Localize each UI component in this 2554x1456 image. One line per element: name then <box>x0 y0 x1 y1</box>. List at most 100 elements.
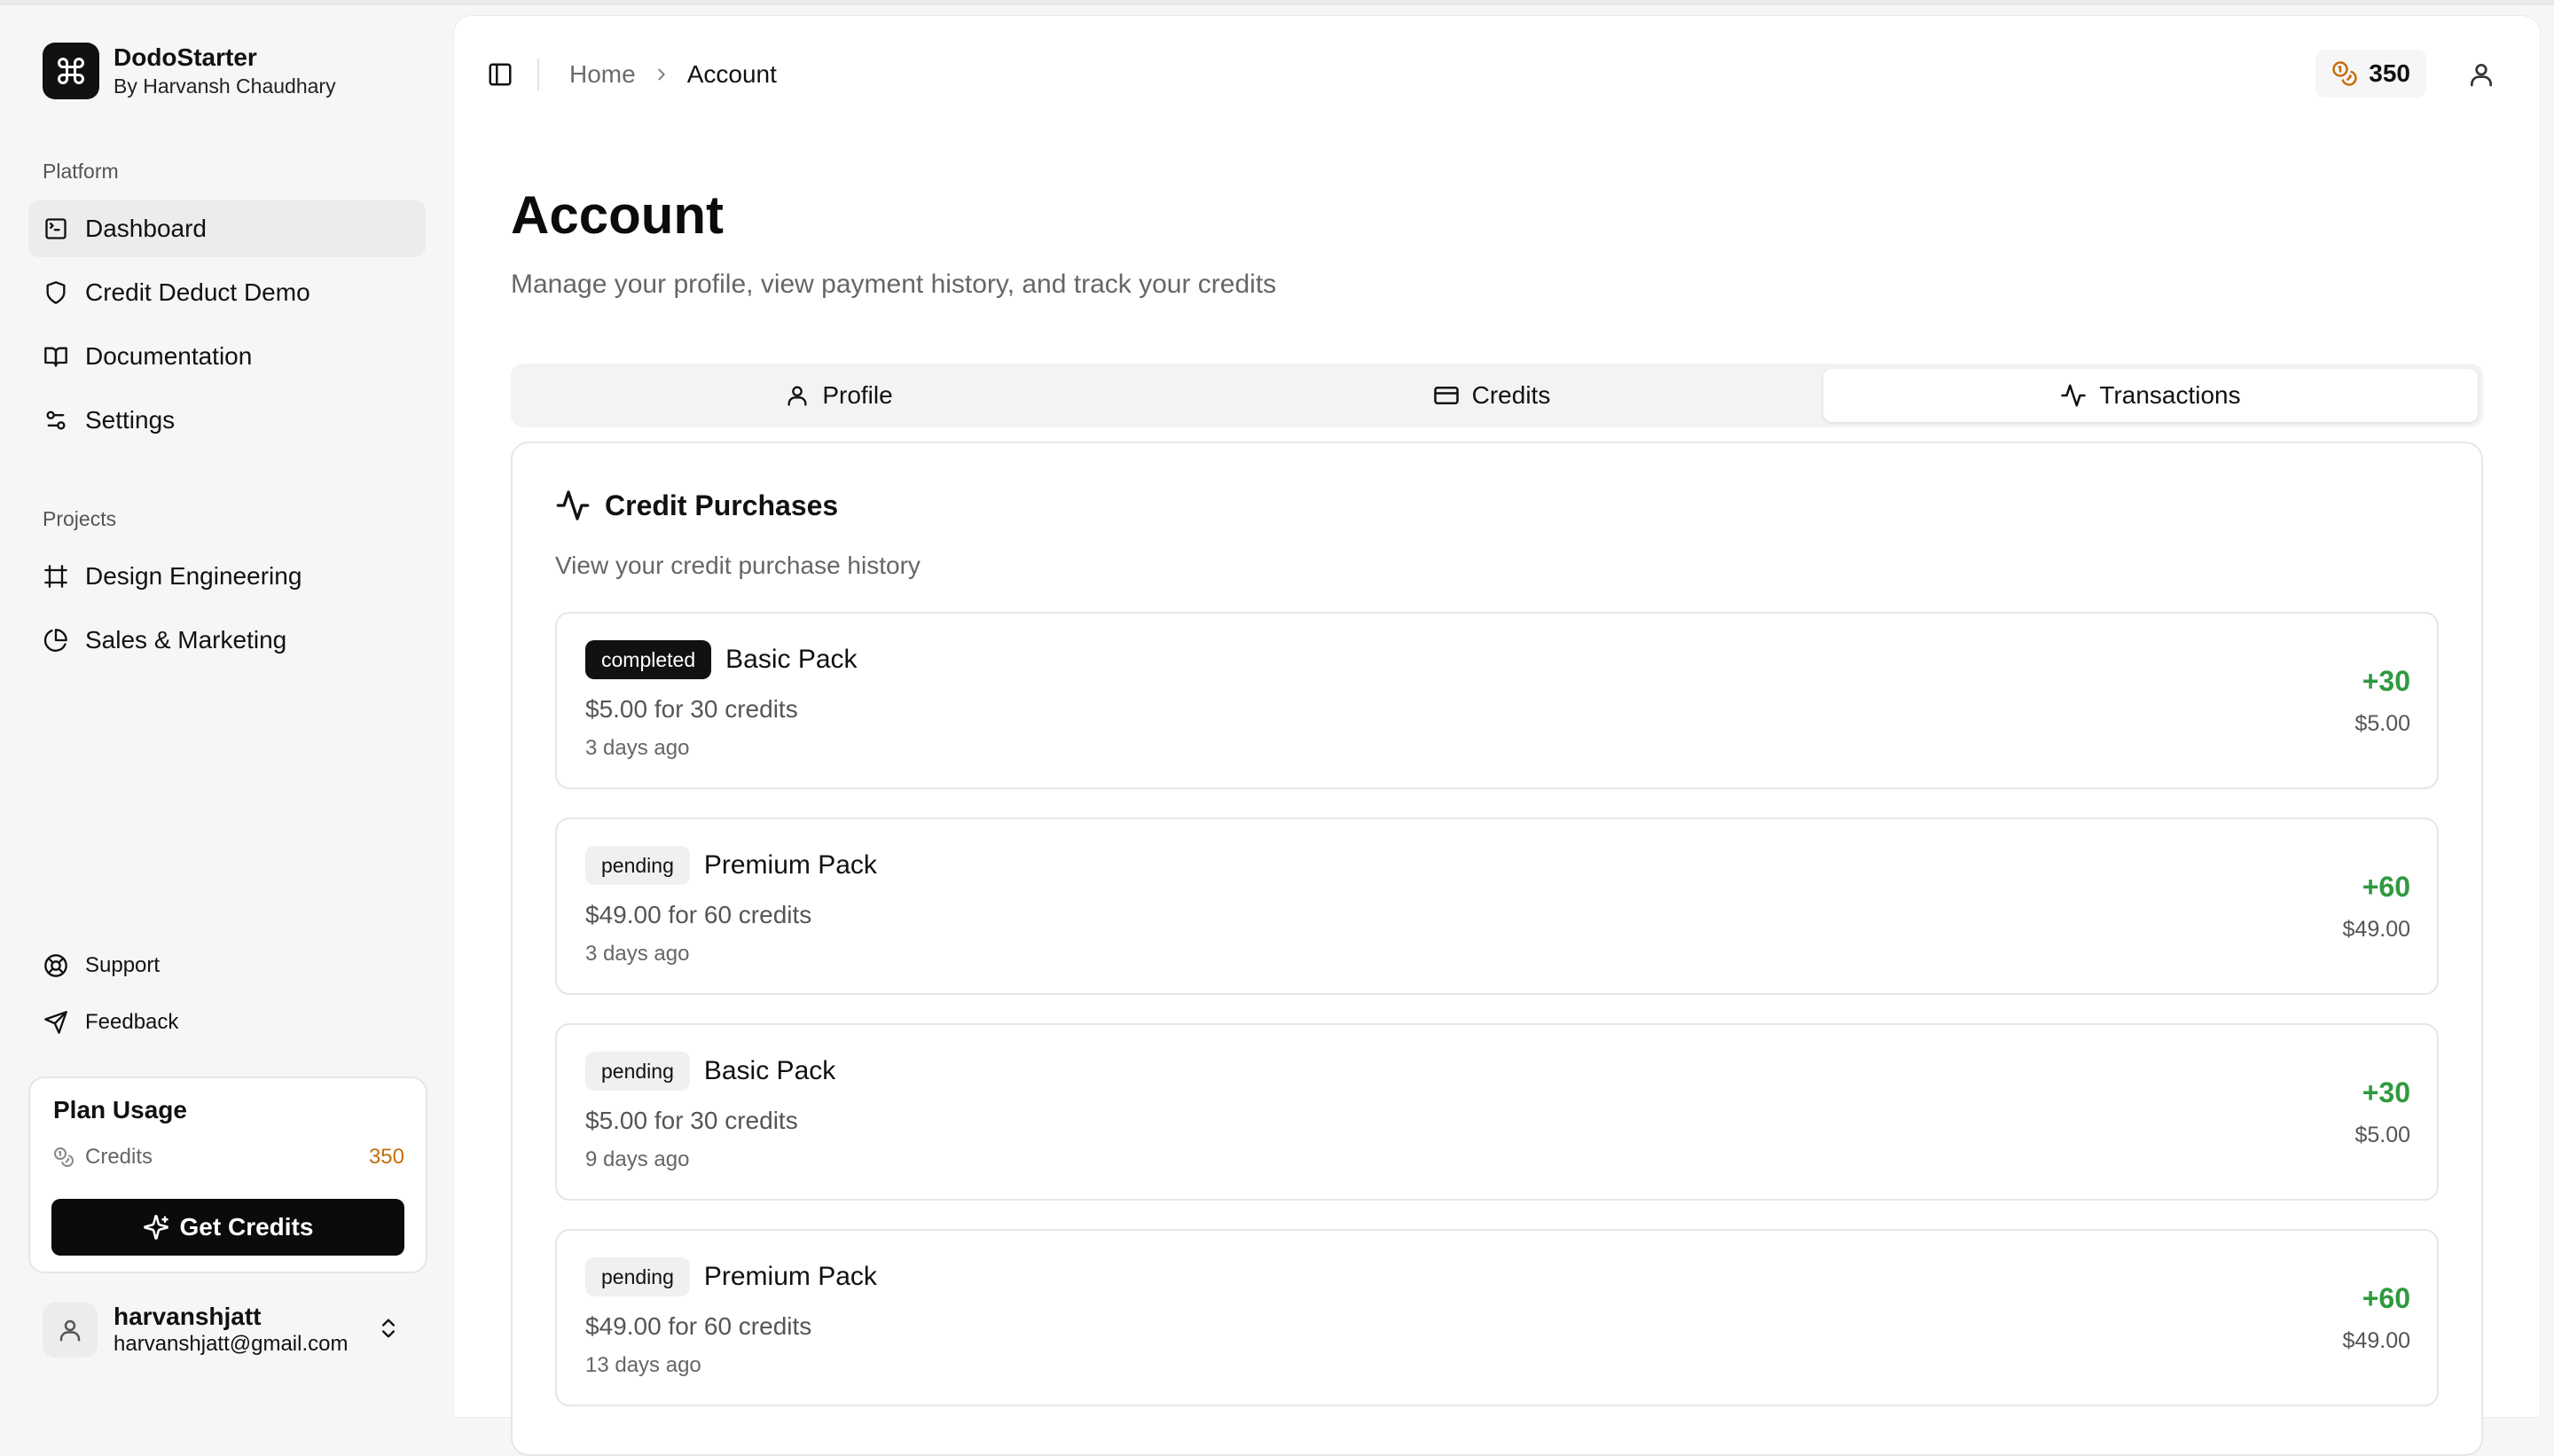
price-line: $5.00 for 30 credits <box>585 695 798 723</box>
main-panel: Home Account 350 Account Manage your pro… <box>454 16 2540 1456</box>
credit-balance-badge[interactable]: 350 <box>2315 50 2426 98</box>
sidebar-item-label: Sales & Marketing <box>85 626 287 654</box>
breadcrumb: Home Account <box>569 55 777 94</box>
frame-icon <box>43 563 69 590</box>
command-icon <box>43 43 99 99</box>
status-badge: pending <box>585 1257 690 1296</box>
credit-amount: +60 <box>2362 871 2410 903</box>
credit-card-icon <box>1433 382 1460 409</box>
user-name: harvanshjatt <box>114 1303 262 1330</box>
credit-amount: +30 <box>2362 1076 2410 1108</box>
card-title: Credit Purchases <box>605 489 839 521</box>
account-button[interactable] <box>2462 55 2501 94</box>
brand[interactable]: DodoStarter By Harvansh Chaudhary <box>43 43 336 99</box>
settings-sliders-icon <box>43 407 69 434</box>
plan-credits-label: Credits <box>85 1145 153 1169</box>
cost: $49.00 <box>2342 1328 2410 1353</box>
plan-credits-value: 350 <box>368 1145 404 1169</box>
pie-chart-icon <box>43 627 69 654</box>
transaction-item[interactable]: completed Basic Pack $5.00 for 30 credit… <box>555 612 2439 789</box>
cost: $5.00 <box>2354 1123 2410 1147</box>
pack-name: Premium Pack <box>703 850 877 880</box>
header-divider <box>537 59 539 90</box>
status-badge: completed <box>585 640 712 679</box>
sidebar-item-settings[interactable]: Settings <box>28 392 426 449</box>
timestamp: 3 days ago <box>585 942 690 966</box>
coins-icon <box>53 1147 74 1168</box>
life-buoy-icon <box>43 952 69 979</box>
section-label-platform: Platform <box>43 160 119 183</box>
chevron-right-icon <box>652 65 671 84</box>
status-badge: pending <box>585 1052 690 1091</box>
plan-usage-card: Plan Usage Credits 350 Get Credits <box>28 1076 427 1273</box>
user-email: harvanshjatt@gmail.com <box>114 1332 349 1356</box>
get-credits-label: Get Credits <box>179 1213 314 1241</box>
user-icon <box>2467 60 2495 89</box>
sidebar-item-label: Dashboard <box>85 215 207 242</box>
book-open-icon <box>43 343 69 370</box>
card-header: Credit Purchases <box>555 488 838 523</box>
app-name: DodoStarter <box>114 43 257 71</box>
coins-icon <box>2331 60 2358 87</box>
pack-name: Basic Pack <box>725 645 858 674</box>
shield-icon <box>43 279 69 306</box>
pack-name: Premium Pack <box>703 1262 877 1291</box>
sidebar-item-documentation[interactable]: Documentation <box>28 328 426 385</box>
price-line: $49.00 for 60 credits <box>585 1312 812 1340</box>
account-tabs: Profile Credits Transactions <box>511 364 2483 427</box>
sidebar-item-design-engineering[interactable]: Design Engineering <box>28 548 426 605</box>
chevrons-up-down-icon <box>376 1316 401 1341</box>
sidebar-item-sales-marketing[interactable]: Sales & Marketing <box>28 612 426 669</box>
avatar <box>43 1303 98 1358</box>
sidebar-item-label: Design Engineering <box>85 562 302 590</box>
transaction-item[interactable]: pending Premium Pack $49.00 for 60 credi… <box>555 1229 2439 1406</box>
price-line: $5.00 for 30 credits <box>585 1107 798 1134</box>
breadcrumb-home-link[interactable]: Home <box>569 60 636 89</box>
send-icon <box>43 1009 69 1036</box>
sidebar-item-support[interactable]: Support <box>28 943 426 989</box>
transaction-item[interactable]: pending Premium Pack $49.00 for 60 credi… <box>555 818 2439 995</box>
pack-name: Basic Pack <box>703 1056 836 1085</box>
panel-left-icon <box>487 61 513 88</box>
get-credits-button[interactable]: Get Credits <box>51 1199 404 1256</box>
sidebar-item-dashboard[interactable]: Dashboard <box>28 200 426 257</box>
transaction-item[interactable]: pending Basic Pack $5.00 for 30 credits … <box>555 1023 2439 1201</box>
sidebar: DodoStarter By Harvansh Chaudhary Platfo… <box>0 0 454 1399</box>
price-line: $49.00 for 60 credits <box>585 901 812 928</box>
tab-label: Transactions <box>2099 381 2241 409</box>
page-title: Account <box>511 185 724 245</box>
credit-balance-value: 350 <box>2369 59 2410 87</box>
sidebar-toggle-button[interactable] <box>484 59 516 90</box>
card-description: View your credit purchase history <box>555 552 921 579</box>
timestamp: 13 days ago <box>585 1353 701 1377</box>
status-badge: pending <box>585 846 690 885</box>
timestamp: 9 days ago <box>585 1147 690 1171</box>
tab-credits[interactable]: Credits <box>1169 369 1814 422</box>
sidebar-item-label: Documentation <box>85 342 253 370</box>
section-label-projects: Projects <box>43 507 117 530</box>
sidebar-item-label: Feedback <box>85 1010 179 1034</box>
user-icon <box>785 383 810 408</box>
credit-purchases-card: Credit Purchases View your credit purcha… <box>511 442 2483 1456</box>
tab-label: Profile <box>822 381 893 409</box>
sidebar-item-credit-deduct-demo[interactable]: Credit Deduct Demo <box>28 264 426 321</box>
credit-amount: +30 <box>2362 665 2410 697</box>
user-menu[interactable]: harvanshjatt harvanshjatt@gmail.com <box>43 1298 415 1362</box>
sidebar-item-label: Credit Deduct Demo <box>85 278 310 306</box>
plan-usage-title: Plan Usage <box>53 1096 187 1123</box>
cost: $5.00 <box>2354 711 2410 736</box>
breadcrumb-current: Account <box>686 60 777 88</box>
sidebar-item-feedback[interactable]: Feedback <box>28 999 426 1045</box>
activity-icon <box>2060 382 2087 409</box>
sidebar-item-label: Support <box>85 953 161 977</box>
sparkles-icon <box>143 1214 169 1241</box>
credit-amount: +60 <box>2362 1282 2410 1314</box>
tab-profile[interactable]: Profile <box>516 369 1162 422</box>
cost: $49.00 <box>2342 917 2410 942</box>
page-description: Manage your profile, view payment histor… <box>511 270 1277 299</box>
activity-icon <box>555 488 591 523</box>
terminal-square-icon <box>43 215 69 242</box>
sidebar-item-label: Settings <box>85 406 176 434</box>
plan-credits-row: Credits 350 <box>53 1142 404 1172</box>
tab-transactions[interactable]: Transactions <box>1823 369 2478 422</box>
